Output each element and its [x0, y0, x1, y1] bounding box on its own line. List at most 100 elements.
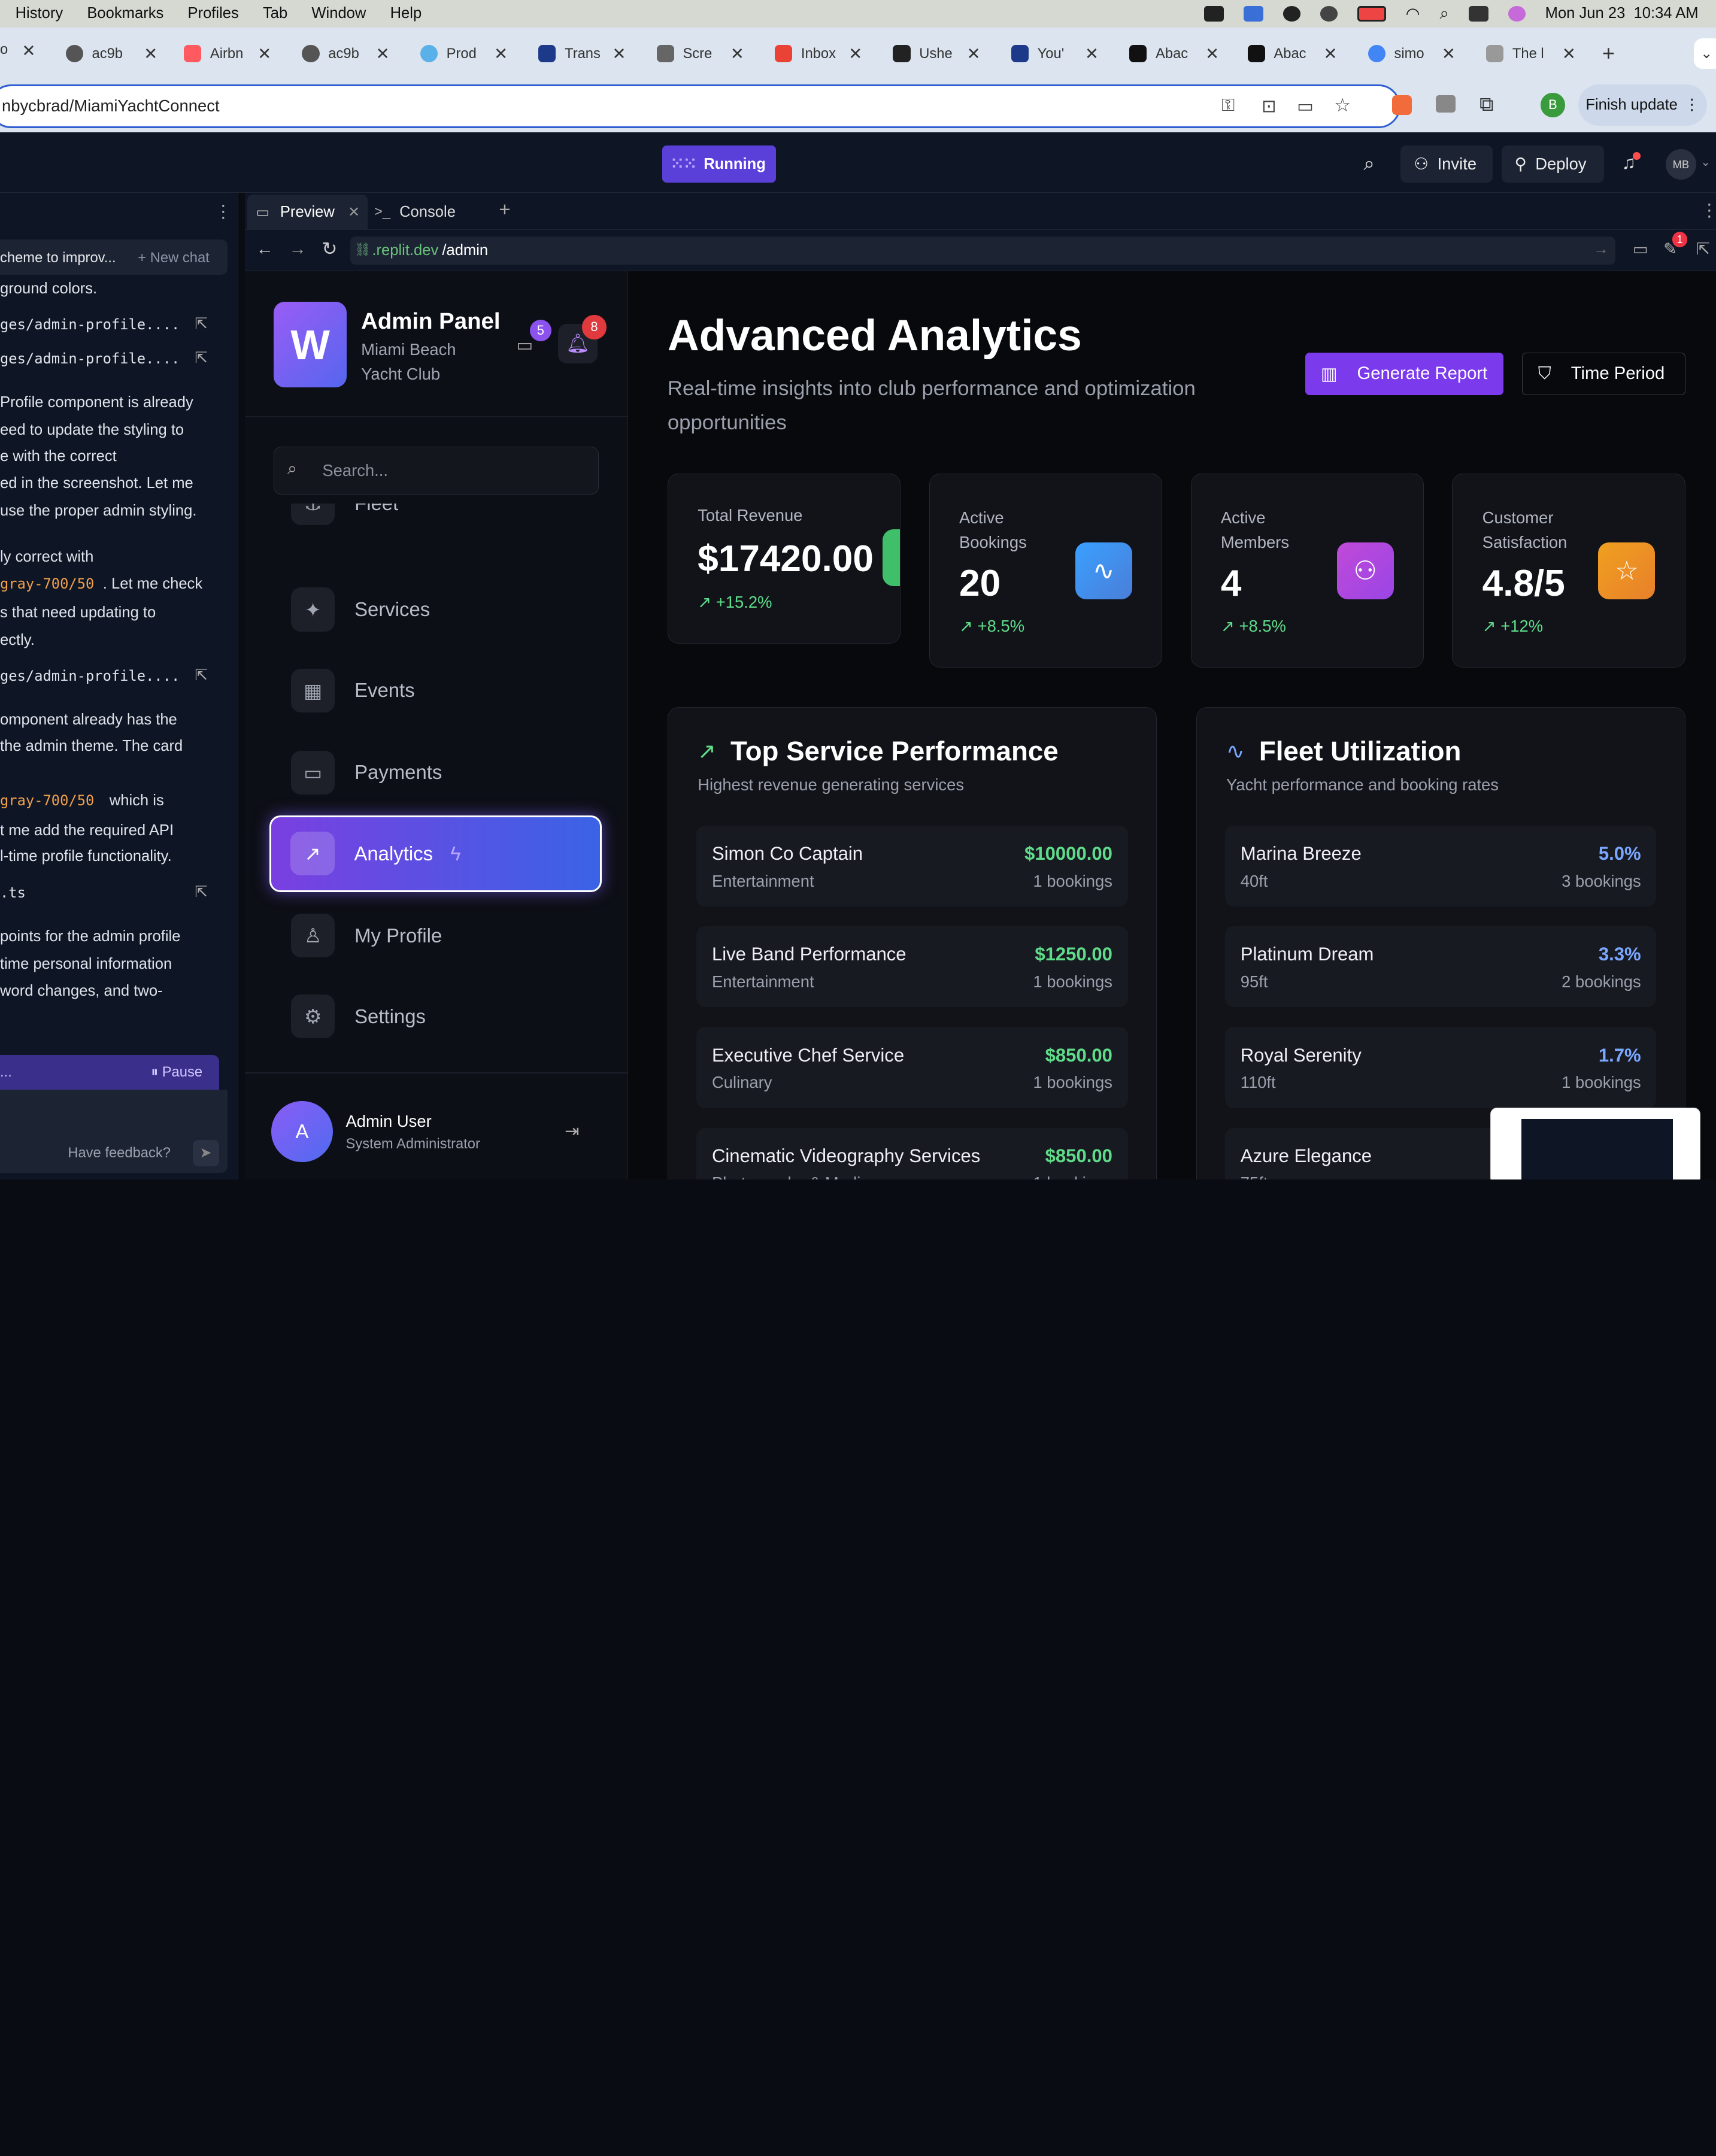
finish-update-button[interactable]: Finish update ⋮	[1578, 84, 1708, 126]
open-file-icon[interactable]: ⇱	[195, 349, 207, 367]
send-icon[interactable]: ➤	[192, 1140, 219, 1167]
browser-tab[interactable]: Prod ✕	[420, 37, 508, 70]
menu-help[interactable]: Help	[390, 5, 422, 22]
close-icon[interactable]: ✕	[612, 44, 626, 63]
close-icon[interactable]: ✕	[1085, 44, 1099, 63]
vpn-icon[interactable]	[1244, 6, 1264, 22]
browser-tab[interactable]: ac9b ✕	[65, 37, 157, 70]
messages-icon[interactable]: ▭	[517, 335, 533, 356]
screenshot-thumbnail[interactable]	[1490, 1107, 1701, 1180]
list-item[interactable]: Executive Chef Service Culinary $850.00 1 b…	[696, 1027, 1128, 1108]
battery-icon[interactable]	[1357, 6, 1386, 22]
browser-tab[interactable]: Inbox ✕	[775, 37, 862, 70]
file-reference[interactable]: .ts	[0, 884, 26, 901]
menu-window[interactable]: Window	[311, 5, 366, 22]
menu-bookmarks[interactable]: Bookmarks	[87, 5, 163, 22]
list-item[interactable]: Simon Co Captain Entertainment $10000.00 1 …	[696, 826, 1128, 907]
deploy-button[interactable]: ⚲ Deploy	[1501, 145, 1605, 183]
menu-tab[interactable]: Tab	[263, 5, 287, 22]
tab-fragment[interactable]: o	[0, 41, 8, 58]
search-input[interactable]: ⌕ Search...	[273, 446, 599, 495]
forward-icon[interactable]: →	[289, 239, 306, 259]
key-icon[interactable]: ⚿	[1221, 96, 1235, 116]
file-reference[interactable]: ges/admin-profile....	[0, 316, 180, 333]
extensions-icon[interactable]: ⧉	[1479, 93, 1493, 116]
play-icon[interactable]	[1320, 6, 1338, 22]
invite-button[interactable]: ⚇ Invite	[1400, 145, 1493, 183]
devices-icon[interactable]: ▭	[1633, 239, 1648, 259]
close-icon[interactable]: ✕	[1442, 44, 1456, 63]
browser-tab[interactable]: Ushe ✕	[893, 37, 981, 70]
browser-tab[interactable]: simo ✕	[1368, 37, 1456, 70]
browser-tab[interactable]: Abac ✕	[1247, 37, 1337, 70]
list-item[interactable]: Live Band Performance Entertainment $1250.…	[696, 926, 1128, 1008]
generate-report-button[interactable]: ▥ Generate Report	[1305, 352, 1504, 395]
go-icon[interactable]: →	[1593, 241, 1609, 258]
close-icon[interactable]: ✕	[494, 44, 508, 63]
file-reference[interactable]: ges/admin-profile....	[0, 668, 180, 684]
card-icon[interactable]: ▭	[1297, 96, 1314, 117]
close-icon[interactable]: ✕	[144, 44, 157, 63]
menu-profiles[interactable]: Profiles	[187, 5, 238, 22]
close-icon[interactable]: ✕	[967, 44, 981, 63]
wifi-icon[interactable]: ◠	[1406, 4, 1420, 23]
more-icon[interactable]: ⋮	[214, 201, 232, 222]
menu-history[interactable]: History	[16, 5, 63, 22]
headset-icon[interactable]	[1283, 6, 1301, 22]
browser-tab[interactable]: Abac ✕	[1129, 37, 1219, 70]
close-icon[interactable]: ✕	[376, 44, 390, 63]
chevron-down-icon[interactable]: ⌄	[1700, 154, 1711, 169]
tab-search-icon[interactable]: ⌄	[1694, 38, 1716, 69]
browser-tab[interactable]: Scre ✕	[656, 37, 744, 70]
open-file-icon[interactable]: ⇱	[195, 883, 207, 901]
extension-fox-icon[interactable]	[1391, 95, 1412, 115]
sidebar-item-settings[interactable]: ⚙︎ Settings	[267, 978, 602, 1055]
close-icon[interactable]: ✕	[1205, 44, 1219, 63]
sidebar-item-analytics[interactable]: ↗ Analytics ϟ	[269, 815, 602, 892]
chat-thread-header[interactable]: cheme to improv... + New chat	[0, 239, 228, 275]
close-icon[interactable]: ✕	[730, 44, 744, 63]
close-icon[interactable]: ✕	[1323, 44, 1337, 63]
control-center-icon[interactable]	[1468, 6, 1488, 22]
reload-icon[interactable]: ↻	[322, 238, 337, 260]
open-file-icon[interactable]: ⇱	[195, 666, 207, 684]
browser-tab[interactable]: The l ✕	[1486, 37, 1576, 70]
close-icon[interactable]: ✕	[22, 41, 36, 60]
sidebar-item-services[interactable]: ✦ Services	[267, 571, 602, 648]
avatar[interactable]: A	[271, 1100, 333, 1162]
browser-tab[interactable]: Airbn ✕	[184, 37, 271, 70]
pause-button[interactable]: ⏸ Pause	[151, 1064, 202, 1081]
tab-preview[interactable]: ▭ Preview ✕	[247, 195, 368, 230]
list-item[interactable]: Marina Breeze 40ft 5.0% 3 bookings	[1225, 826, 1657, 907]
add-tab-icon[interactable]: +	[499, 198, 510, 221]
url-input[interactable]: nbycbrad/MiamiYachtConnect ⚿ ⊡ ▭ ☆	[0, 84, 1401, 128]
search-icon[interactable]: ⌕	[1363, 152, 1374, 175]
list-item[interactable]: Royal Serenity 110ft 1.7% 1 bookings	[1225, 1027, 1657, 1108]
tab-console[interactable]: >_ Console	[370, 195, 490, 229]
preview-url-input[interactable]: ⛓ .replit.dev /admin →	[350, 236, 1615, 265]
camera-icon[interactable]	[1435, 95, 1456, 113]
feedback-link[interactable]: Have feedback?	[68, 1145, 171, 1162]
list-item[interactable]: Cinematic Videography ServicesPhotograph…	[696, 1127, 1128, 1180]
open-file-icon[interactable]: ⇱	[195, 315, 207, 333]
close-icon[interactable]: ✕	[848, 44, 862, 63]
siri-icon[interactable]	[1508, 6, 1526, 22]
open-external-icon[interactable]: ⇱	[1696, 239, 1710, 259]
menubar-datetime[interactable]: Mon Jun 23 10:34 AM	[1545, 5, 1699, 22]
run-button[interactable]: ⁙⁙ Running	[662, 145, 776, 183]
back-icon[interactable]: ←	[256, 239, 274, 259]
sidebar-item-payments[interactable]: ▭ Payments	[267, 734, 602, 811]
close-icon[interactable]: ✕	[257, 44, 271, 63]
close-icon[interactable]: ✕	[1562, 44, 1576, 63]
star-icon[interactable]: ☆	[1334, 95, 1351, 116]
user-avatar[interactable]: MB	[1665, 148, 1696, 180]
search-icon[interactable]: ⌕	[1439, 4, 1448, 23]
new-tab-icon[interactable]: +	[1602, 41, 1615, 66]
time-period-button[interactable]: ⛉ Time Period	[1522, 352, 1685, 395]
list-item[interactable]: Platinum Dream 95ft 3.3% 2 bookings	[1225, 926, 1657, 1008]
browser-tab[interactable]: You' ✕	[1011, 37, 1099, 70]
browser-tab[interactable]: ac9b ✕	[302, 37, 390, 70]
profile-avatar[interactable]: B	[1541, 93, 1565, 117]
file-reference[interactable]: ges/admin-profile....	[0, 350, 180, 367]
browser-tab[interactable]: Trans ✕	[538, 37, 626, 70]
